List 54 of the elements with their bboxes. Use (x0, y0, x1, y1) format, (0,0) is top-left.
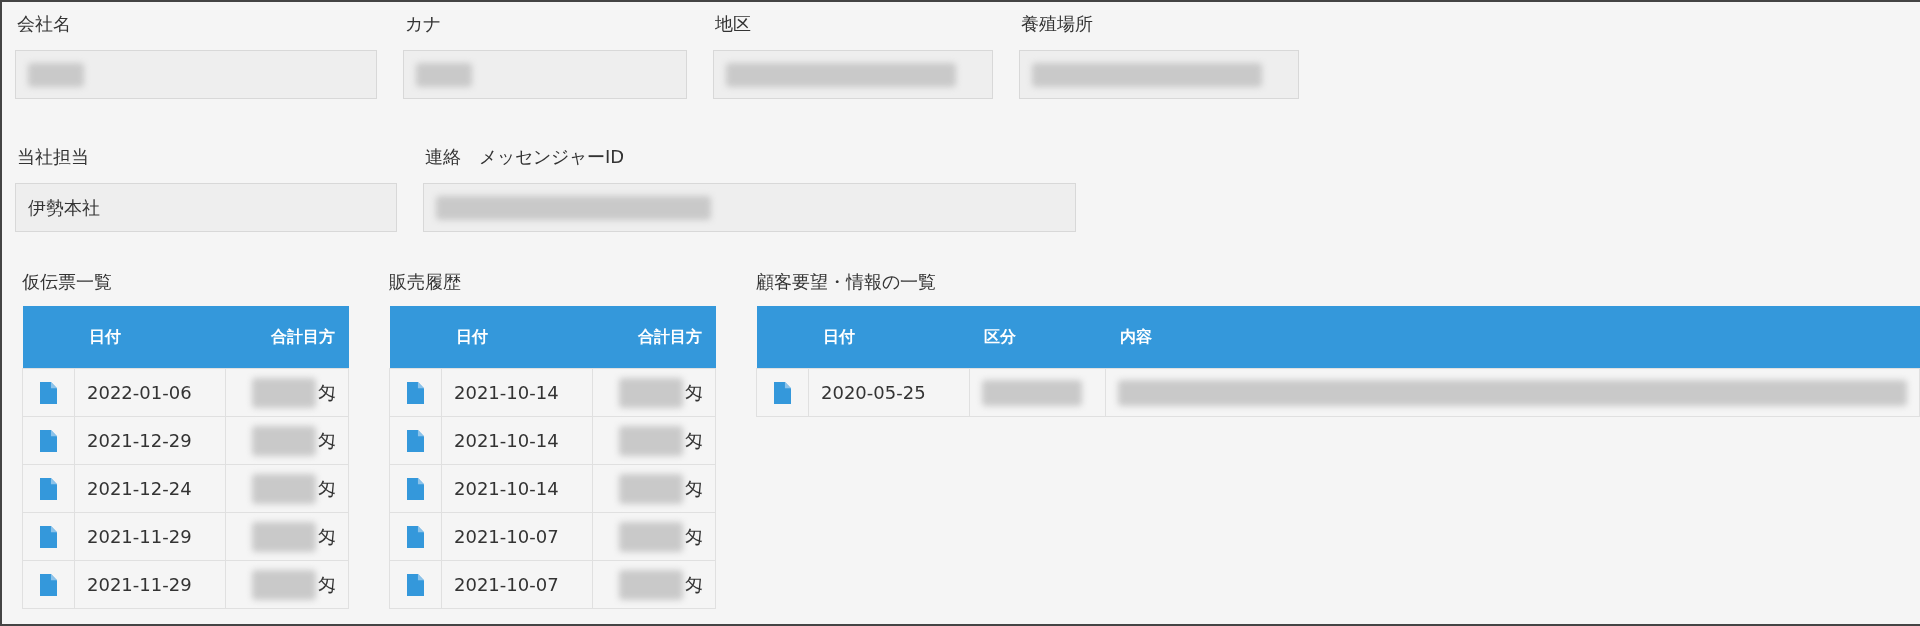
column-header: 内容 (1105, 306, 1920, 369)
table-cell: 2022-01-06 (74, 368, 226, 417)
table-cell: 2021-10-07 (441, 560, 593, 609)
text-field[interactable] (423, 183, 1076, 232)
field-label: 会社名 (16, 14, 72, 36)
table-cell: 2021-11-29 (74, 560, 226, 609)
document-icon[interactable] (40, 381, 57, 404)
table-cell: 2021-10-14 (441, 416, 593, 465)
unit-label: 匁 (318, 572, 336, 597)
document-icon[interactable] (40, 429, 57, 452)
column-header: 日付 (74, 306, 226, 369)
document-icon[interactable] (407, 573, 424, 596)
document-icon[interactable] (774, 381, 791, 404)
unit-label: 匁 (318, 524, 336, 549)
field-label: 地区 (714, 14, 752, 36)
unit-label: 匁 (685, 380, 703, 405)
field-label: 当社担当 (16, 147, 90, 169)
unit-label: 匁 (685, 572, 703, 597)
column-header: 日付 (808, 306, 970, 369)
document-icon[interactable] (40, 477, 57, 500)
table-title: 販売履歴 (389, 270, 462, 294)
table-title: 仮伝票一覧 (22, 270, 113, 294)
text-field[interactable] (1019, 50, 1299, 99)
column-header: 合計目方 (592, 306, 716, 369)
field-label: カナ (404, 14, 442, 36)
document-icon[interactable] (407, 525, 424, 548)
table-cell: 2021-11-29 (74, 512, 226, 561)
document-icon[interactable] (407, 381, 424, 404)
unit-label: 匁 (318, 380, 336, 405)
column-header: 区分 (969, 306, 1106, 369)
text-field[interactable] (403, 50, 687, 99)
document-icon[interactable] (40, 573, 57, 596)
document-icon[interactable] (40, 525, 57, 548)
column-header: 日付 (441, 306, 593, 369)
table-cell: 2021-10-07 (441, 512, 593, 561)
table-cell: 2020-05-25 (808, 368, 970, 417)
table-cell: 2021-10-14 (441, 464, 593, 513)
column-header: 合計目方 (225, 306, 349, 369)
document-icon[interactable] (407, 429, 424, 452)
field-label: 連絡 メッセンジャーID (424, 147, 626, 169)
table-cell: 2021-10-14 (441, 368, 593, 417)
table-cell: 2021-12-29 (74, 416, 226, 465)
text-field[interactable]: 伊勢本社 (15, 183, 397, 232)
unit-label: 匁 (685, 476, 703, 501)
table-title: 顧客要望・情報の一覧 (756, 270, 937, 294)
unit-label: 匁 (685, 428, 703, 453)
text-field[interactable] (15, 50, 377, 99)
text-field[interactable] (713, 50, 993, 99)
field-label: 養殖場所 (1020, 14, 1094, 36)
unit-label: 匁 (318, 428, 336, 453)
document-icon[interactable] (407, 477, 424, 500)
unit-label: 匁 (685, 524, 703, 549)
unit-label: 匁 (318, 476, 336, 501)
table-cell: 2021-12-24 (74, 464, 226, 513)
